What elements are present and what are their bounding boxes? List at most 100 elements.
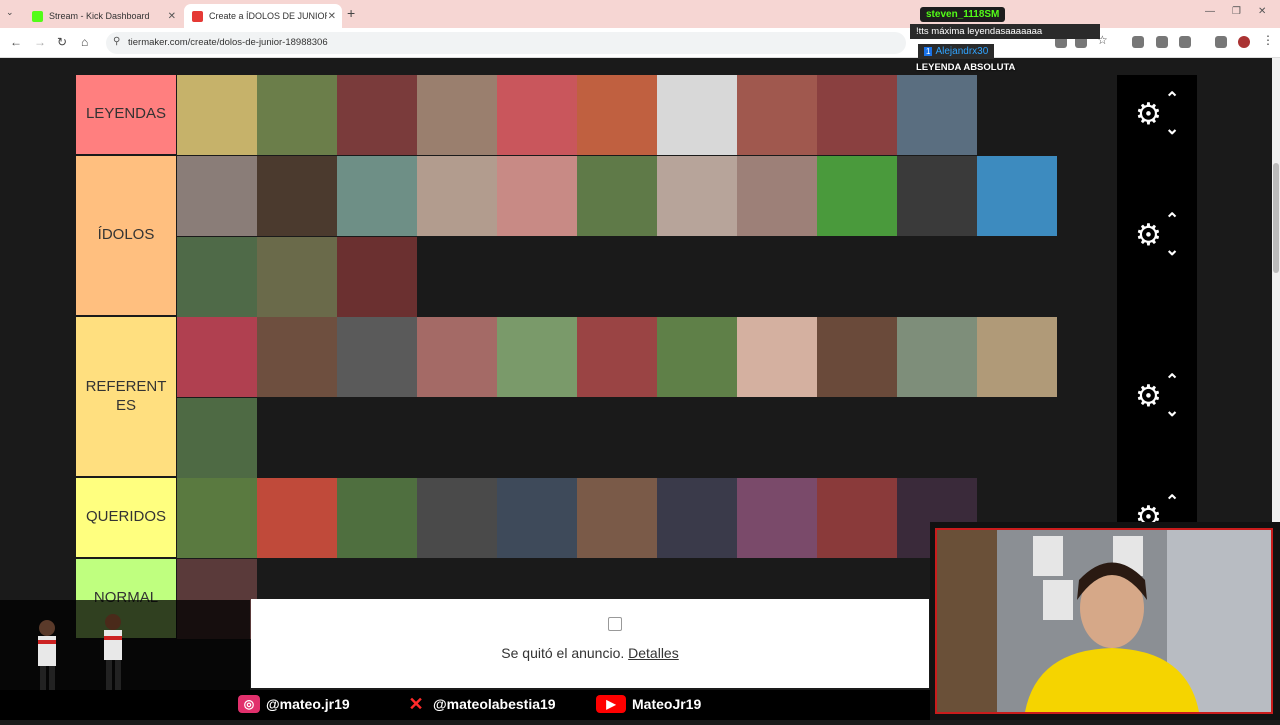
player-image[interactable] xyxy=(417,317,497,397)
player-image[interactable] xyxy=(897,156,977,236)
player-image[interactable] xyxy=(177,317,257,397)
tier-label[interactable]: QUERIDOS xyxy=(76,478,176,557)
player-image[interactable] xyxy=(337,478,417,558)
webcam-overlay xyxy=(930,522,1280,720)
player-image[interactable] xyxy=(977,317,1057,397)
player-image[interactable] xyxy=(657,478,737,558)
tier-row-referentes: REFERENT ES xyxy=(76,317,1116,478)
stream-chat-overlay: steven_1118SM !tts máxima leyendasaaaaaa… xyxy=(910,4,1105,76)
player-image[interactable] xyxy=(737,75,817,155)
player-image[interactable] xyxy=(337,237,417,317)
profile-avatar[interactable] xyxy=(1238,36,1250,48)
player-image[interactable] xyxy=(417,478,497,558)
move-up-icon[interactable]: ⌃ xyxy=(1165,89,1179,109)
move-down-icon[interactable]: ⌄ xyxy=(1165,240,1179,260)
scrollbar-thumb[interactable] xyxy=(1273,163,1279,273)
maximize-icon[interactable]: ❐ xyxy=(1232,6,1241,17)
tier-label[interactable]: REFERENT ES xyxy=(76,317,176,476)
extension-icon[interactable] xyxy=(1132,36,1144,48)
tab-tiermaker[interactable]: Create a ÍDOLOS DE JUNIOR Ti ✕ xyxy=(184,4,342,28)
player-image[interactable] xyxy=(497,478,577,558)
player-image[interactable] xyxy=(977,156,1057,236)
close-tab-icon[interactable]: ✕ xyxy=(328,11,336,22)
player-image[interactable] xyxy=(737,156,817,236)
x-handle: ✕ @mateolabestia19 xyxy=(405,695,556,713)
move-up-icon[interactable]: ⌃ xyxy=(1165,371,1179,391)
sub-badge: 1 xyxy=(924,47,933,56)
tier-row-leyendas: LEYENDAS xyxy=(76,75,1116,156)
new-tab-icon[interactable]: + xyxy=(347,5,355,21)
removed-ad-notice: Se quitó el anuncio. Detalles xyxy=(251,599,929,688)
player-image[interactable] xyxy=(177,237,257,317)
player-image[interactable] xyxy=(257,156,337,236)
minimize-icon[interactable]: — xyxy=(1205,6,1215,17)
move-up-icon[interactable]: ⌃ xyxy=(1165,210,1179,230)
player-image[interactable] xyxy=(657,75,737,155)
player-image[interactable] xyxy=(817,156,897,236)
player-image[interactable] xyxy=(817,317,897,397)
player-image[interactable] xyxy=(817,75,897,155)
player-image[interactable] xyxy=(497,317,577,397)
tab-kick-dashboard[interactable]: Stream - Kick Dashboard ✕ xyxy=(24,4,182,28)
player-image[interactable] xyxy=(257,317,337,397)
player-image[interactable] xyxy=(737,478,817,558)
player-image[interactable] xyxy=(177,156,257,236)
tab-title: Create a ÍDOLOS DE JUNIOR Ti xyxy=(209,11,327,21)
home-icon[interactable]: ⌂ xyxy=(81,35,88,49)
ad-details-link[interactable]: Detalles xyxy=(628,645,679,661)
player-image[interactable] xyxy=(337,75,417,155)
move-up-icon[interactable]: ⌃ xyxy=(1165,492,1179,512)
player-image[interactable] xyxy=(577,317,657,397)
chat-username: 1 Alejandrx30 xyxy=(918,44,995,59)
move-down-icon[interactable]: ⌄ xyxy=(1165,119,1179,139)
player-image[interactable] xyxy=(737,317,817,397)
player-image[interactable] xyxy=(177,398,257,478)
player-image[interactable] xyxy=(577,75,657,155)
forward-icon[interactable]: → xyxy=(34,35,46,49)
back-icon[interactable]: ← xyxy=(10,35,22,49)
player-image[interactable] xyxy=(497,156,577,236)
player-image[interactable] xyxy=(417,75,497,155)
close-tab-icon[interactable]: ✕ xyxy=(168,11,176,22)
extension-icon[interactable] xyxy=(1156,36,1168,48)
gear-icon[interactable]: ⚙ xyxy=(1135,379,1162,414)
player-image[interactable] xyxy=(577,478,657,558)
player-image[interactable] xyxy=(257,75,337,155)
tier-items xyxy=(177,478,1057,558)
player-image[interactable] xyxy=(337,317,417,397)
instagram-text: @mateo.jr19 xyxy=(266,696,350,712)
tier-controls: ⚙ ⌃ ⌄ xyxy=(1117,156,1197,317)
tier-label[interactable]: LEYENDAS xyxy=(76,75,176,154)
player-image[interactable] xyxy=(657,156,737,236)
gear-icon[interactable]: ⚙ xyxy=(1135,218,1162,253)
chat-message: !tts máxima leyendasaaaaaaa xyxy=(910,24,1100,39)
player-image[interactable] xyxy=(257,478,337,558)
tier-items xyxy=(177,156,1057,317)
player-image[interactable] xyxy=(257,237,337,317)
menu-icon[interactable]: ⋮ xyxy=(1262,33,1274,47)
player-image[interactable] xyxy=(337,156,417,236)
media-icon[interactable] xyxy=(1215,36,1227,48)
player-image[interactable] xyxy=(817,478,897,558)
tier-controls: ⚙ ⌃ ⌄ xyxy=(1117,75,1197,156)
player-image[interactable] xyxy=(657,317,737,397)
social-banner: ◎ @mateo.jr19 ✕ @mateolabestia19 ▶ Mateo… xyxy=(0,690,930,720)
player-image[interactable] xyxy=(497,75,577,155)
x-text: @mateolabestia19 xyxy=(433,696,556,712)
extensions-puzzle-icon[interactable] xyxy=(1179,36,1191,48)
player-image[interactable] xyxy=(897,75,977,155)
tab-search-icon[interactable]: ⌄ xyxy=(6,7,14,18)
tier-label[interactable]: ÍDOLOS xyxy=(76,156,176,315)
move-down-icon[interactable]: ⌄ xyxy=(1165,401,1179,421)
player-image[interactable] xyxy=(177,75,257,155)
player-image[interactable] xyxy=(177,478,257,558)
close-window-icon[interactable]: ✕ xyxy=(1258,6,1266,17)
player-image[interactable] xyxy=(577,156,657,236)
player-image[interactable] xyxy=(417,156,497,236)
url-text: tiermaker.com/create/dolos-de-junior-189… xyxy=(128,37,328,48)
player-image[interactable] xyxy=(897,317,977,397)
url-field[interactable]: ⚲ tiermaker.com/create/dolos-de-junior-1… xyxy=(106,32,906,54)
gear-icon[interactable]: ⚙ xyxy=(1135,97,1162,132)
site-info-icon[interactable]: ⚲ xyxy=(113,36,120,47)
reload-icon[interactable]: ↻ xyxy=(57,35,67,49)
